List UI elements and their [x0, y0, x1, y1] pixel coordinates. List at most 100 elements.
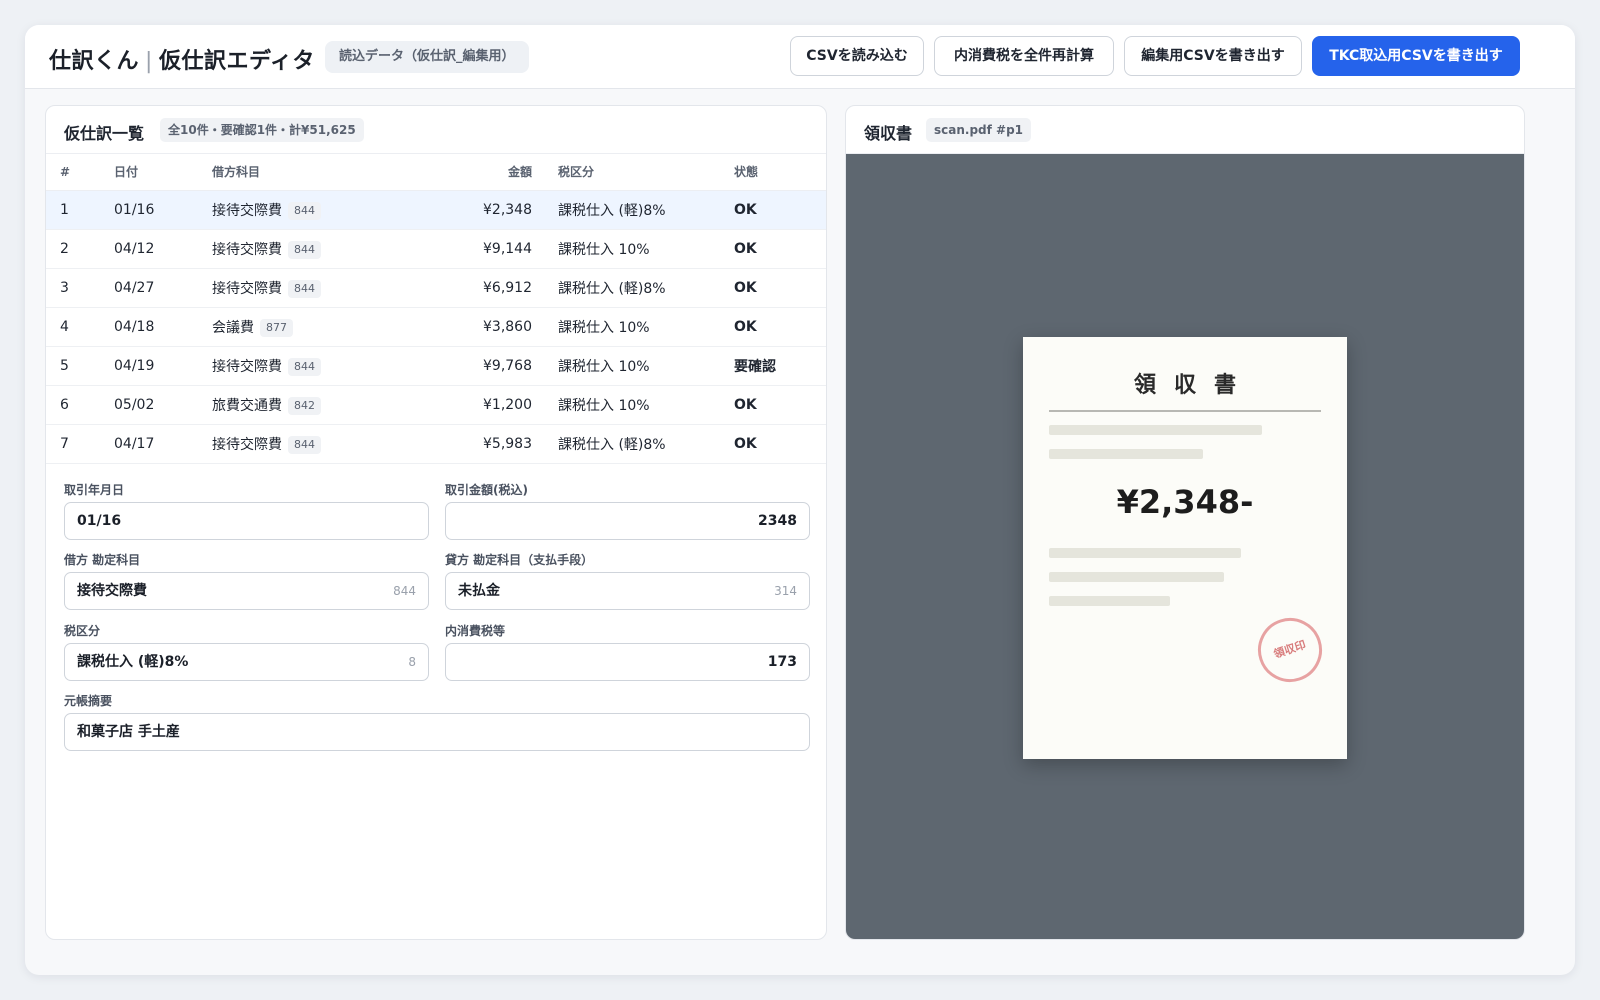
row-account-name: 接待交際費 [212, 241, 282, 258]
row-status: OK [734, 424, 826, 464]
tax-category-field: 税区分 課税仕入 (軽)8% 8 [64, 622, 429, 684]
memo-input[interactable]: 和菓子店 手土産 [64, 713, 810, 751]
row-account-name: 旅費交通費 [212, 397, 282, 414]
debit-account-field: 借方 勘定科目 接待交際費 844 [64, 551, 429, 613]
col-header-tax: 税区分 [532, 154, 734, 191]
row-tax: 課税仕入 10% [532, 346, 734, 386]
row-account-code: 844 [288, 201, 321, 220]
receipt-amount: ¥2,348- [1116, 483, 1254, 521]
table-row[interactable]: 6 05/02 旅費交通費 842 ¥1,200 課税仕入 10% OK [46, 385, 826, 425]
date-label: 取引年月日 [64, 483, 125, 497]
receipt-rule [1049, 410, 1321, 412]
tax-category-label: 税区分 [64, 624, 101, 638]
row-status: OK [734, 268, 826, 308]
tax-category-input[interactable]: 課税仕入 (軽)8% 8 [64, 643, 429, 681]
row-account-code: 844 [288, 357, 321, 376]
date-input[interactable]: 01/16 [64, 502, 429, 540]
col-header-no: # [46, 154, 114, 191]
inner-tax-field: 内消費税等 173 [445, 622, 810, 684]
credit-account-value: 未払金 [458, 583, 500, 599]
row-account-code: 877 [260, 318, 293, 337]
receipt-text-line [1049, 425, 1262, 435]
row-account: 会議費 877 [212, 307, 422, 347]
import-csv-button[interactable]: CSVを読み込む [790, 36, 924, 76]
row-account-code: 844 [288, 435, 321, 454]
row-no: 4 [46, 307, 114, 347]
row-account-code: 842 [288, 396, 321, 415]
row-no: 3 [46, 268, 114, 308]
row-account-name: 会議費 [212, 319, 254, 336]
row-account: 接待交際費 844 [212, 229, 422, 269]
export-tkc-csv-button[interactable]: TKC取込用CSVを書き出す [1312, 36, 1520, 76]
memo-field: 元帳摘要 和菓子店 手土産 [64, 692, 810, 754]
row-date: 04/19 [114, 346, 212, 386]
col-header-debit: 借方科目 [212, 154, 422, 191]
row-status: OK [734, 229, 826, 269]
receipt-panel-header: 領収書 scan.pdf #p1 [846, 106, 1524, 154]
tax-category-code: 8 [408, 655, 416, 669]
inner-tax-input[interactable]: 173 [445, 643, 810, 681]
receipt-text-line [1049, 449, 1203, 459]
debit-account-value: 接待交際費 [77, 583, 147, 599]
credit-account-input[interactable]: 未払金 314 [445, 572, 810, 610]
amount-input[interactable]: 2348 [445, 502, 810, 540]
row-amount: ¥2,348 [422, 190, 532, 230]
receipt-stamp: 領収印 [1249, 609, 1331, 691]
debit-account-label: 借方 勘定科目 [64, 553, 141, 567]
row-status: OK [734, 190, 826, 230]
row-no: 1 [46, 190, 114, 230]
col-header-date: 日付 [114, 154, 212, 191]
journal-list-panel: 仮仕訳一覧 全10件・要確認1件・計¥51,625 # 日付 借方科目 金額 税… [45, 105, 827, 940]
row-amount: ¥6,912 [422, 268, 532, 308]
row-status: OK [734, 385, 826, 425]
table-row[interactable]: 7 04/17 接待交際費 844 ¥5,983 課税仕入 (軽)8% OK [46, 424, 826, 464]
row-account: 接待交際費 844 [212, 346, 422, 386]
export-edit-csv-button[interactable]: 編集用CSVを書き出す [1124, 36, 1302, 76]
row-status: OK [734, 307, 826, 347]
credit-account-code: 314 [774, 584, 797, 598]
recalc-tax-button[interactable]: 内消費税を全件再計算 [934, 36, 1114, 76]
table-row[interactable]: 2 04/12 接待交際費 844 ¥9,144 課税仕入 10% OK [46, 229, 826, 269]
row-date: 05/02 [114, 385, 212, 425]
row-tax: 課税仕入 (軽)8% [532, 268, 734, 308]
row-date: 04/12 [114, 229, 212, 269]
file-name-badge: scan.pdf #p1 [926, 118, 1032, 142]
document-viewer[interactable]: 領収書 ¥2,348- 領収印 [846, 154, 1524, 939]
row-account-code: 844 [288, 240, 321, 259]
row-amount: ¥9,144 [422, 229, 532, 269]
row-account-name: 接待交際費 [212, 202, 282, 219]
row-amount: ¥3,860 [422, 307, 532, 347]
row-no: 7 [46, 424, 114, 464]
receipt-page: 領収書 ¥2,348- 領収印 [1023, 337, 1347, 759]
col-header-status: 状態 [734, 154, 826, 191]
header-bar: 仕訳くん | 仮仕訳エディタ 読込データ（仮仕訳_編集用） CSVを読み込む 内消費… [25, 25, 1575, 89]
row-account-name: 接待交際費 [212, 280, 282, 297]
table-row[interactable]: 3 04/27 接待交際費 844 ¥6,912 課税仕入 (軽)8% OK [46, 268, 826, 308]
date-field: 取引年月日 01/16 [64, 481, 429, 543]
debit-account-input[interactable]: 接待交際費 844 [64, 572, 429, 610]
list-summary-badge: 全10件・要確認1件・計¥51,625 [160, 118, 364, 142]
row-tax: 課税仕入 10% [532, 229, 734, 269]
table-row[interactable]: 1 01/16 接待交際費 844 ¥2,348 課税仕入 (軽)8% OK [46, 190, 826, 230]
app-window: 仕訳くん | 仮仕訳エディタ 読込データ（仮仕訳_編集用） CSVを読み込む 内消費… [25, 25, 1575, 975]
col-header-amount: 金額 [422, 154, 532, 191]
row-account: 旅費交通費 842 [212, 385, 422, 425]
row-date: 04/27 [114, 268, 212, 308]
row-tax: 課税仕入 (軽)8% [532, 190, 734, 230]
table-row[interactable]: 5 04/19 接待交際費 844 ¥9,768 課税仕入 10% 要確認 [46, 346, 826, 386]
row-amount: ¥1,200 [422, 385, 532, 425]
app-title: 仕訳くん | 仮仕訳エディタ [49, 43, 315, 75]
row-no: 6 [46, 385, 114, 425]
table-row[interactable]: 4 04/18 会議費 877 ¥3,860 課税仕入 10% OK [46, 307, 826, 347]
editor-name: 仮仕訳エディタ [158, 49, 315, 74]
row-tax: 課税仕入 10% [532, 385, 734, 425]
credit-account-label: 貸方 勘定科目（支払手段） [445, 553, 594, 567]
row-date: 04/17 [114, 424, 212, 464]
row-account: 接待交際費 844 [212, 424, 422, 464]
row-tax: 課税仕入 (軽)8% [532, 424, 734, 464]
credit-account-field: 貸方 勘定科目（支払手段） 未払金 314 [445, 551, 810, 613]
debit-account-code: 844 [393, 584, 416, 598]
row-amount: ¥9,768 [422, 346, 532, 386]
receipt-heading: 領収書 [1133, 373, 1254, 398]
row-account: 接待交際費 844 [212, 268, 422, 308]
